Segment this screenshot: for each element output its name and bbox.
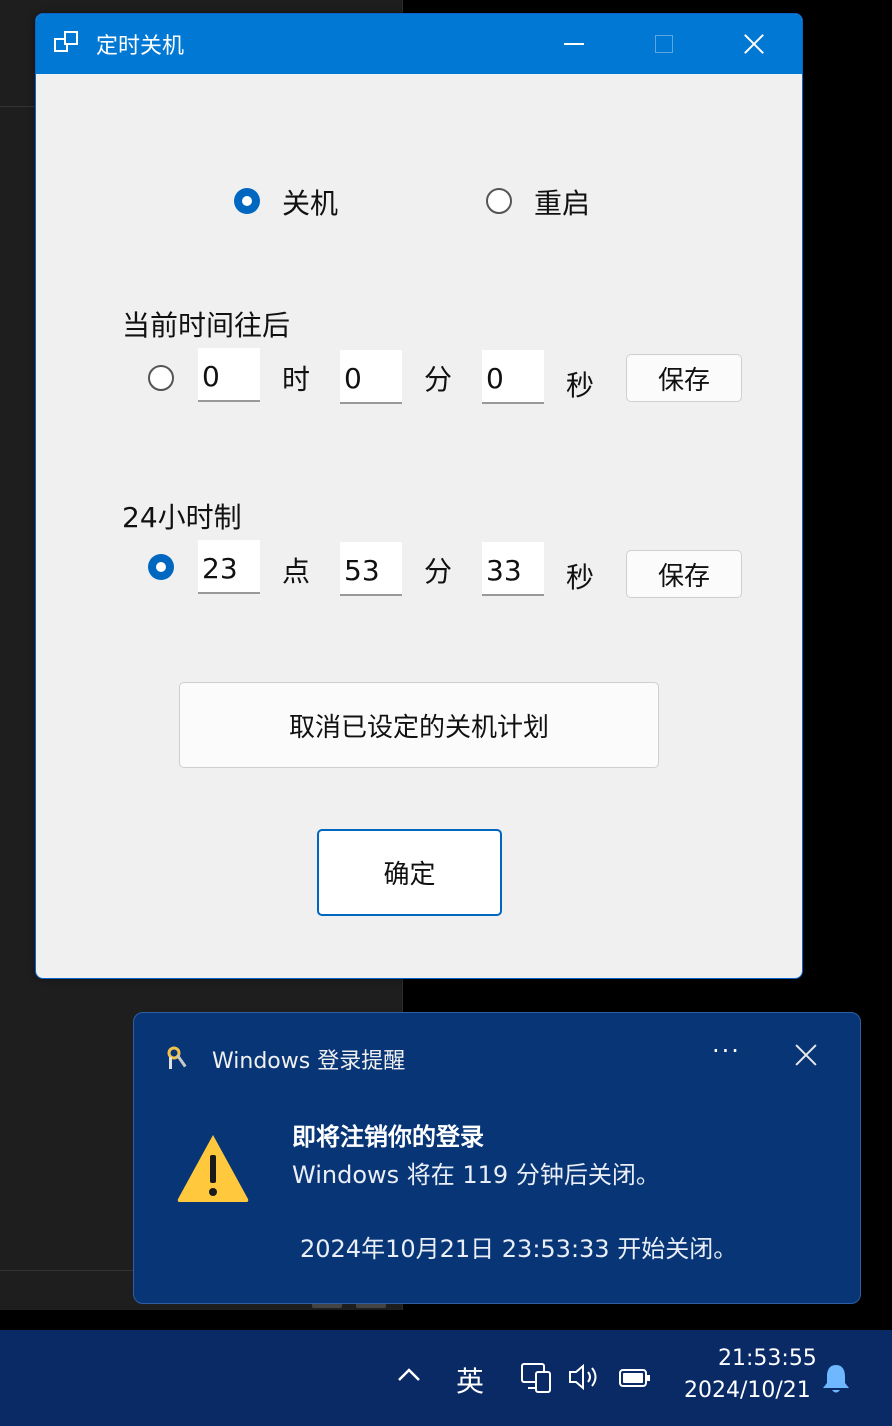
windows-notification-toast[interactable]: Windows 登录提醒 ··· 即将注销你的登录 Windows 将在 119… (133, 1012, 861, 1304)
window-title: 定时关机 (96, 34, 185, 59)
hours-unit-label: 点 (282, 555, 311, 588)
maximize-button (620, 14, 708, 74)
relative-seconds-input[interactable] (482, 350, 544, 404)
minimize-button[interactable] (530, 14, 618, 74)
toast-schedule-text: 2024年10月21日 23:53:33 开始关闭。 (300, 1235, 738, 1263)
radio-restart[interactable] (486, 188, 512, 214)
clock-date[interactable]: 2024/10/21 (684, 1378, 811, 1403)
app-window-icon (54, 30, 82, 56)
chevron-up-icon[interactable] (396, 1362, 422, 1392)
volume-icon[interactable] (568, 1362, 602, 1399)
hours-unit-label: 时 (282, 363, 311, 396)
title-bar[interactable]: 定时关机 (36, 14, 802, 74)
key-icon (166, 1045, 192, 1071)
cancel-shutdown-plan-button[interactable]: 取消已设定的关机计划 (179, 682, 659, 768)
absolute-save-button[interactable]: 保存 (626, 550, 742, 598)
minutes-unit-label: 分 (424, 555, 453, 588)
minimize-icon (564, 43, 584, 45)
absolute-heading: 24小时制 (122, 501, 242, 534)
battery-icon[interactable] (618, 1366, 652, 1396)
network-icon[interactable] (520, 1360, 554, 1401)
radio-shutdown[interactable] (234, 188, 260, 214)
toast-title: 即将注销你的登录 (292, 1123, 484, 1151)
relative-hours-input[interactable] (198, 348, 260, 402)
toast-close-icon[interactable] (794, 1043, 818, 1067)
relative-save-button[interactable]: 保存 (626, 354, 742, 402)
radio-shutdown-label[interactable]: 关机 (282, 182, 338, 222)
confirm-button[interactable]: 确定 (317, 829, 502, 916)
relative-minutes-input[interactable] (340, 350, 402, 404)
shutdown-timer-dialog: 定时关机 关机 重启 当前时间往后 时 分 秒 保存 24小时制 点 分 秒 保… (35, 13, 803, 979)
radio-absolute[interactable] (148, 554, 174, 580)
close-icon (743, 33, 765, 55)
taskbar: 英 21:53:55 2024/10/21 (0, 1330, 892, 1426)
more-options-icon[interactable]: ··· (712, 1037, 741, 1065)
toast-body: Windows 将在 119 分钟后关闭。 (292, 1161, 660, 1189)
maximize-icon (655, 35, 673, 53)
clock-time[interactable]: 21:53:55 (718, 1346, 817, 1371)
absolute-seconds-input[interactable] (482, 542, 544, 596)
toast-app-name: Windows 登录提醒 (212, 1049, 406, 1074)
notification-bell-icon[interactable] (820, 1362, 852, 1396)
seconds-unit-label: 秒 (566, 561, 595, 594)
close-button[interactable] (710, 14, 798, 74)
absolute-hours-input[interactable] (198, 540, 260, 594)
seconds-unit-label: 秒 (566, 369, 595, 402)
warning-icon (176, 1131, 250, 1205)
absolute-minutes-input[interactable] (340, 542, 402, 596)
radio-restart-label[interactable]: 重启 (534, 182, 590, 222)
radio-relative[interactable] (148, 365, 174, 391)
relative-heading: 当前时间往后 (122, 309, 291, 342)
ime-indicator[interactable]: 英 (456, 1360, 484, 1400)
minutes-unit-label: 分 (424, 363, 453, 396)
